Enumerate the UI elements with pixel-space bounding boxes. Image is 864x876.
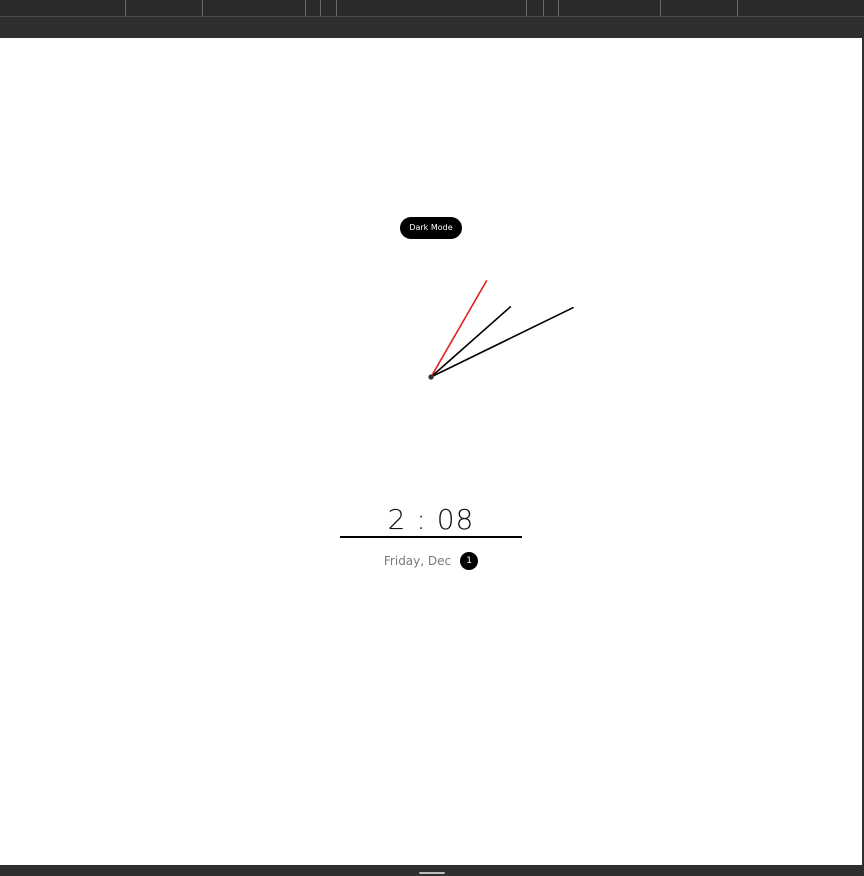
resize-handle[interactable] [419,872,445,874]
top-strip-divider [202,0,203,16]
top-strip-divider [320,0,321,16]
top-strip-divider [660,0,661,16]
top-strip-divider [305,0,306,16]
hour-hand [430,306,574,378]
dark-mode-toggle-button[interactable]: Dark Mode [400,217,462,239]
time-underline [340,536,522,538]
window-bottom-bar [0,865,864,876]
top-strip-divider [336,0,337,16]
top-strip-divider [125,0,126,16]
day-badge: 1 [460,552,479,570]
second-hand [430,280,488,378]
top-strip-divider [737,0,738,16]
analog-clock [428,280,574,380]
browser-toolbar [0,17,864,38]
date-label: Friday, Dec [383,554,452,568]
clock-center-pin [428,374,434,380]
top-strip-divider [543,0,544,16]
date-row: Friday, Dec 1 [340,551,522,571]
digital-time-display: 2 : 08 [387,503,475,536]
window-top-strip [0,0,864,17]
minute-hand [430,305,512,378]
top-strip-divider [558,0,559,16]
top-strip-divider [526,0,527,16]
